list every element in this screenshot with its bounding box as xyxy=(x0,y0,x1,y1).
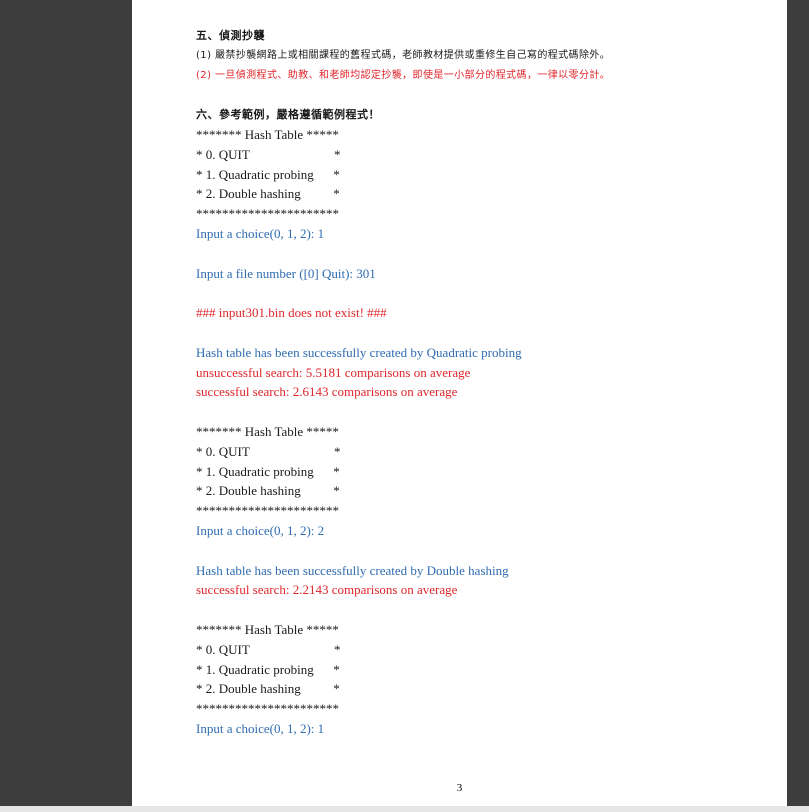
created-quadratic: Hash table has been successfully created… xyxy=(196,344,522,360)
menu-header: ******* Hash Table ***** xyxy=(196,621,339,637)
menu-option-quit: * 0. QUIT * xyxy=(196,146,341,162)
section-6-heading: 六、參考範例，嚴格遵循範例程式！ xyxy=(196,108,380,122)
menu-option-quadratic: * 1. Quadratic probing * xyxy=(196,166,340,182)
menu-option-quit: * 0. QUIT * xyxy=(196,641,341,657)
menu-option-quit: * 0. QUIT * xyxy=(196,443,341,459)
unsuccessful-search-quadratic: unsuccessful search: 5.5181 comparisons … xyxy=(196,364,471,380)
successful-search-quadratic: successful search: 2.6143 comparisons on… xyxy=(196,384,458,400)
menu-option-double: * 2. Double hashing * xyxy=(196,186,340,202)
document-page: 五、偵測抄襲 (1) 嚴禁抄襲網路上或相關課程的舊程式碼，老師教材提供或重修生自… xyxy=(132,0,787,806)
menu-option-double: * 2. Double hashing * xyxy=(196,483,340,499)
menu-option-double: * 2. Double hashing * xyxy=(196,681,340,697)
created-double: Hash table has been successfully created… xyxy=(196,562,509,578)
menu-header: ******* Hash Table ***** xyxy=(196,126,339,142)
choice-prompt: Input a choice(0, 1, 2): 1 xyxy=(196,720,325,736)
menu-option-quadratic: * 1. Quadratic probing * xyxy=(196,661,340,677)
menu-header: ******* Hash Table ***** xyxy=(196,423,339,439)
page-number: 3 xyxy=(456,782,463,794)
viewer-bottom-bar xyxy=(0,806,809,812)
menu-footer: ********************** xyxy=(196,503,339,519)
section-5-heading: 五、偵測抄襲 xyxy=(196,29,265,42)
plagiarism-rule-1: (1) 嚴禁抄襲網路上或相關課程的舊程式碼，老師教材提供或重修生自己寫的程式碼除… xyxy=(196,49,611,61)
menu-footer: ********************** xyxy=(196,701,339,717)
choice-prompt: Input a choice(0, 1, 2): 1 xyxy=(196,225,325,241)
menu-option-quadratic: * 1. Quadratic probing * xyxy=(196,463,340,479)
file-error: ### input301.bin does not exist! ### xyxy=(196,305,387,321)
menu-footer: ********************** xyxy=(196,206,339,222)
choice-prompt: Input a choice(0, 1, 2): 2 xyxy=(196,522,325,538)
successful-search-double: successful search: 2.2143 comparisons on… xyxy=(196,582,458,598)
plagiarism-rule-2: (2) 一旦偵測程式、助教、和老師均認定抄襲，即使是一小部分的程式碼，一律以零分… xyxy=(196,69,611,81)
file-prompt: Input a file number ([0] Quit): 301 xyxy=(196,265,376,281)
page-content: 五、偵測抄襲 (1) 嚴禁抄襲網路上或相關課程的舊程式碼，老師教材提供或重修生自… xyxy=(196,26,776,739)
